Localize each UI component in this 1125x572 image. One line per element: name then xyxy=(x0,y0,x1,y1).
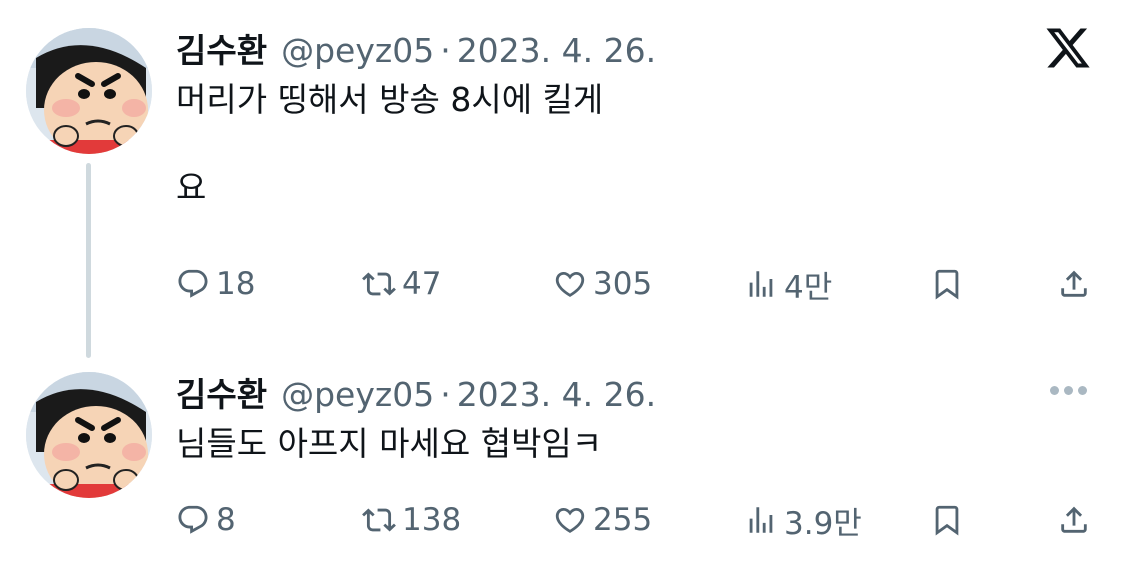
reply-icon xyxy=(178,505,208,534)
retweet-button[interactable]: 138 xyxy=(362,500,461,540)
retweet-icon xyxy=(362,508,396,532)
avatar[interactable] xyxy=(26,372,152,498)
more-icon xyxy=(1050,385,1059,395)
reply-button[interactable]: 8 xyxy=(176,500,236,540)
retweet-count: 138 xyxy=(402,502,462,538)
reply-button[interactable]: 18 xyxy=(176,264,255,304)
share-icon xyxy=(1061,270,1087,297)
bookmark-icon xyxy=(935,269,959,300)
tweet-date[interactable]: 2023. 4. 26. xyxy=(457,31,656,70)
retweet-count: 47 xyxy=(402,266,442,302)
separator-dot: · xyxy=(440,31,451,70)
tweet-date[interactable]: 2023. 4. 26. xyxy=(457,375,656,414)
avatar[interactable] xyxy=(26,28,152,154)
heart-icon xyxy=(555,507,585,533)
views-count: 4만 xyxy=(784,269,833,306)
reply-count: 8 xyxy=(216,502,236,538)
more-icon xyxy=(1064,385,1073,395)
views-icon xyxy=(749,507,773,533)
author-name[interactable]: 김수환 xyxy=(176,368,267,416)
tweet-text: 머리가 띵해서 방송 8시에 킬게 요 xyxy=(176,80,604,207)
reply-count: 18 xyxy=(216,266,256,302)
author-name[interactable]: 김수환 xyxy=(176,24,267,72)
more-options-button[interactable] xyxy=(1050,380,1092,400)
author-handle[interactable]: @peyz05 xyxy=(281,31,434,70)
views-count: 3.9만 xyxy=(784,505,862,542)
tweet-2[interactable]: 김수환 @peyz05 · 2023. 4. 26. 님들도 아프지 마세요 협… xyxy=(0,340,1125,572)
share-button[interactable] xyxy=(1057,500,1091,540)
like-button[interactable]: 305 xyxy=(553,264,652,304)
more-icon xyxy=(1078,385,1087,395)
views-button[interactable]: 3.9만 xyxy=(744,500,862,542)
action-bar: 8 138 255 3.9만 xyxy=(0,500,1125,542)
tweet-text: 님들도 아프지 마세요 협박임ㅋ xyxy=(176,424,603,463)
retweet-button[interactable]: 47 xyxy=(362,264,441,304)
reply-icon xyxy=(178,269,208,298)
bookmark-button[interactable] xyxy=(930,264,964,304)
action-bar: 18 47 305 4만 xyxy=(0,264,1125,306)
avatar-image xyxy=(26,372,152,498)
heart-icon xyxy=(555,271,585,297)
share-button[interactable] xyxy=(1057,264,1091,304)
like-button[interactable]: 255 xyxy=(553,500,652,540)
tweet-1[interactable]: 김수환 @peyz05 · 2023. 4. 26. 머리가 띵해서 방송 8시… xyxy=(0,0,1125,340)
bookmark-icon xyxy=(935,505,959,536)
share-icon xyxy=(1061,506,1087,533)
views-icon xyxy=(749,271,773,297)
retweet-icon xyxy=(362,272,396,296)
author-handle[interactable]: @peyz05 xyxy=(281,375,434,414)
like-count: 255 xyxy=(593,502,653,538)
views-button[interactable]: 4만 xyxy=(744,264,833,306)
bookmark-button[interactable] xyxy=(930,500,964,540)
avatar-image xyxy=(26,28,152,154)
like-count: 305 xyxy=(593,266,653,302)
separator-dot: · xyxy=(440,375,451,414)
